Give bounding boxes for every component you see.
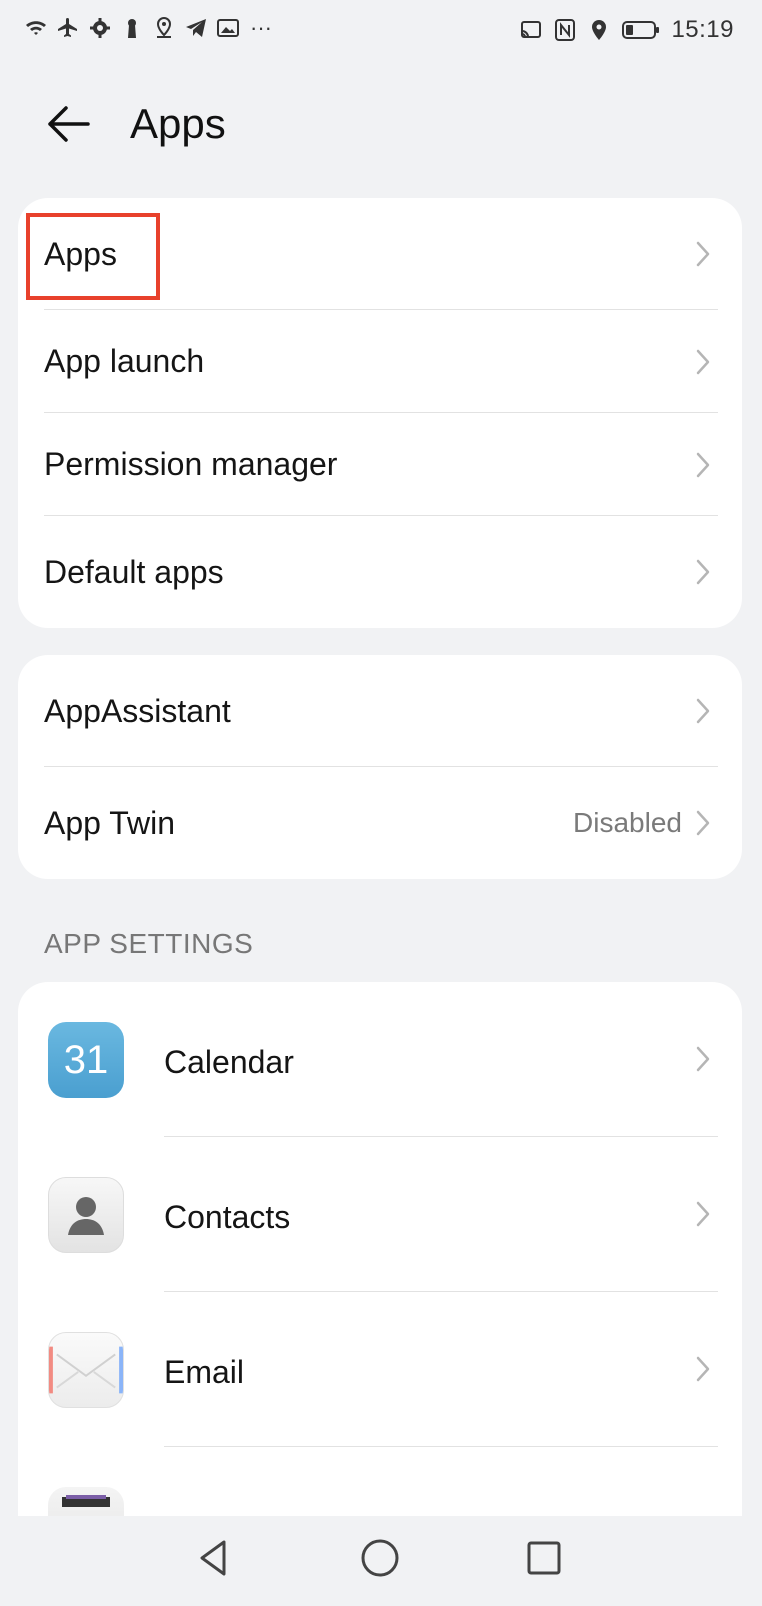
chevron-right-icon (692, 696, 714, 726)
nav-home-button[interactable] (356, 1536, 404, 1584)
chevron-right-icon (692, 450, 714, 480)
nav-back-button[interactable] (190, 1536, 238, 1584)
overflow-indicator: ··· (250, 15, 272, 40)
status-icons-left: ··· (24, 16, 272, 40)
settings-gear-icon (88, 16, 112, 40)
menu-item-label: App launch (44, 343, 205, 379)
back-button[interactable] (40, 98, 96, 154)
navigation-bar (0, 1516, 762, 1606)
menu-item-label: AppAssistant (44, 692, 231, 729)
chevron-right-icon (692, 1044, 714, 1074)
battery-icon (621, 18, 661, 42)
app-item-label: Email (164, 1354, 245, 1390)
menu-item-label: App Twin (44, 804, 176, 841)
chevron-right-icon (692, 1354, 714, 1384)
calendar-icon: 31 (48, 1022, 124, 1098)
arrow-left-icon (44, 104, 92, 149)
chevron-right-icon (692, 239, 714, 269)
recents-square-icon (522, 1536, 566, 1585)
chevron-right-icon (692, 1199, 714, 1229)
email-icon (48, 1332, 124, 1408)
gallery-icon (216, 16, 240, 40)
wifi-icon (24, 16, 48, 40)
app-tools-card: AppAssistant App Twin Disabled (18, 655, 742, 879)
menu-item-label: Default apps (44, 553, 224, 590)
menu-item-label: Permission manager (44, 446, 338, 482)
cast-icon (519, 18, 543, 42)
status-icons-right: 15:19 (519, 16, 734, 44)
home-circle-icon (358, 1536, 402, 1585)
location-pin-icon (152, 16, 176, 40)
highlight-box (26, 213, 160, 300)
status-bar: ··· 15:19 (0, 0, 762, 62)
app-settings-list: 31 Calendar Contacts Email (18, 982, 742, 1542)
nav-recents-button[interactable] (520, 1536, 568, 1584)
app-item-label: Calendar (164, 1044, 294, 1080)
menu-item-permission-manager[interactable]: Permission manager (18, 413, 742, 516)
nfc-icon (553, 18, 577, 42)
app-twin-status: Disabled (573, 807, 682, 838)
app-item-contacts[interactable]: Contacts (18, 1137, 742, 1292)
location-icon (587, 18, 611, 42)
section-title: APP SETTINGS (44, 928, 254, 959)
app-item-email[interactable]: Email (18, 1292, 742, 1447)
app-item-label: Contacts (164, 1199, 291, 1235)
telegram-icon (184, 16, 208, 40)
chevron-right-icon (692, 557, 714, 587)
menu-item-default-apps[interactable]: Default apps (18, 516, 742, 628)
back-triangle-icon (192, 1536, 236, 1585)
chevron-right-icon (692, 808, 714, 838)
menu-item-app-twin[interactable]: App Twin Disabled (18, 767, 742, 879)
contacts-icon (48, 1177, 124, 1253)
status-time: 15:19 (671, 16, 734, 43)
keyhole-icon (120, 16, 144, 40)
menu-item-appassistant[interactable]: AppAssistant (18, 655, 742, 767)
calendar-icon-date: 31 (63, 1037, 109, 1082)
menu-item-app-launch[interactable]: App launch (18, 310, 742, 413)
app-item-calendar[interactable]: 31 Calendar (18, 982, 742, 1137)
chevron-right-icon (692, 347, 714, 377)
app-header: Apps (0, 80, 762, 170)
page-title: Apps (130, 100, 226, 147)
airplane-icon (56, 16, 80, 40)
